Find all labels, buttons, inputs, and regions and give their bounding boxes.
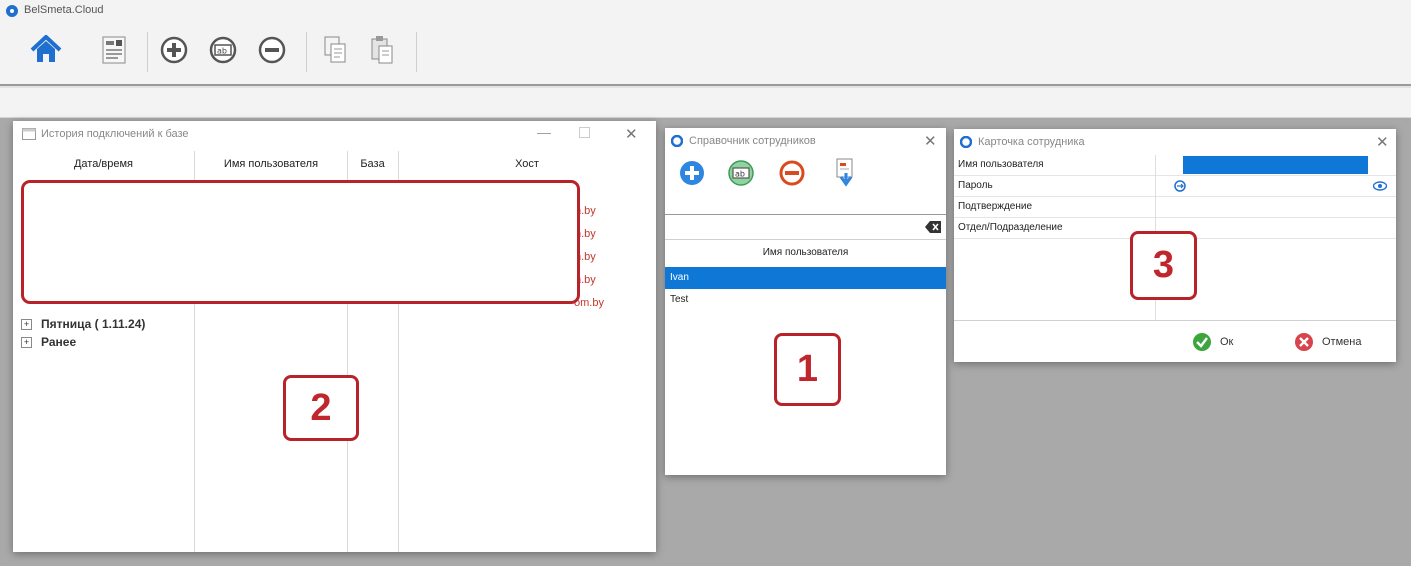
toolbar-separator (416, 32, 417, 72)
toolbar-separator (147, 32, 148, 72)
paste-button[interactable] (362, 30, 402, 70)
highlight-box (21, 180, 580, 304)
employee-search-bar (665, 214, 946, 240)
svg-text:ab: ab (735, 170, 745, 179)
employees-directory-window: Справочник сотрудников ✕ ab Имя пользова… (665, 128, 946, 475)
window-title: История подключений к базе (41, 128, 189, 140)
remove-button[interactable] (252, 30, 292, 70)
column-header-username[interactable]: Имя пользователя (665, 240, 946, 264)
show-password-icon[interactable] (1373, 181, 1387, 191)
tree-group-label: Ранее (41, 335, 77, 349)
home-button[interactable] (26, 30, 66, 70)
expand-icon[interactable]: + (21, 337, 32, 348)
connection-history-window: История подключений к базе — ✕ Дата/врем… (13, 121, 656, 552)
username-field[interactable] (1183, 156, 1368, 174)
column-header-database[interactable]: База (347, 158, 398, 170)
minus-circle-icon (258, 36, 286, 64)
expand-icon[interactable]: + (21, 319, 32, 330)
employee-search-input[interactable] (665, 215, 921, 239)
plus-circle-icon (160, 36, 188, 64)
form-button[interactable] (94, 30, 134, 70)
app-logo-icon (671, 135, 683, 147)
clear-search-icon[interactable] (925, 221, 941, 233)
generate-password-icon[interactable] (1174, 180, 1186, 192)
employee-card-window: Карточка сотрудника ✕ Имя пользователя П… (954, 129, 1396, 362)
ab-field-icon: ab (728, 160, 754, 186)
window-title-bar: Карточка сотрудника ✕ (954, 129, 1396, 155)
svg-text:ab: ab (217, 47, 227, 56)
password-field[interactable] (1156, 176, 1396, 196)
delete-employee-button[interactable] (778, 159, 806, 192)
property-label: Подтверждение (958, 201, 1033, 212)
window-title-bar: Справочник сотрудников ✕ (665, 128, 946, 154)
toolbar-separator (306, 32, 307, 72)
copy-icon (324, 36, 346, 63)
minimize-button[interactable]: — (537, 124, 551, 140)
toolbar-border (0, 86, 1411, 88)
tree-group-earlier[interactable]: + Ранее (21, 335, 76, 349)
check-circle-icon (1193, 333, 1211, 351)
ok-button[interactable]: Ок (1192, 332, 1233, 352)
app-title-bar: BelSmeta.Cloud (0, 0, 1411, 22)
maximize-button[interactable] (579, 127, 590, 138)
window-title: Карточка сотрудника (978, 136, 1085, 148)
button-bar-divider (954, 320, 1396, 321)
property-label: Отдел/Подразделение (958, 222, 1063, 233)
form-icon (102, 36, 126, 64)
column-header-username[interactable]: Имя пользователя (195, 158, 347, 170)
import-icon (836, 158, 853, 187)
minus-circle-icon (779, 160, 805, 186)
app-logo-icon (6, 5, 18, 17)
app-logo-icon (960, 136, 972, 148)
window-icon (22, 128, 36, 140)
close-button[interactable]: ✕ (1376, 133, 1389, 151)
paste-icon (371, 36, 393, 64)
ok-button-label: Ок (1220, 336, 1234, 348)
property-row: Имя пользователя (954, 155, 1396, 176)
add-employee-button[interactable] (678, 159, 706, 192)
close-button[interactable]: ✕ (625, 125, 638, 143)
list-item[interactable]: Test (665, 289, 946, 311)
property-row: Пароль (954, 176, 1396, 197)
app-title: BelSmeta.Cloud (24, 4, 104, 16)
callout-badge-3: 3 (1130, 231, 1197, 300)
edit-employee-button[interactable]: ab (727, 159, 755, 192)
window-title-bar: История подключений к базе — ✕ (13, 121, 656, 147)
callout-badge-2: 2 (283, 375, 359, 441)
column-header-host[interactable]: Хост (399, 158, 655, 170)
property-row: Подтверждение (954, 197, 1396, 218)
cancel-button[interactable]: Отмена (1294, 332, 1361, 352)
cancel-circle-icon (1295, 333, 1313, 351)
password-confirm-field[interactable] (1156, 197, 1396, 217)
cancel-button-label: Отмена (1322, 336, 1362, 348)
home-icon (30, 35, 62, 62)
add-button[interactable] (154, 30, 194, 70)
property-label: Имя пользователя (958, 159, 1044, 170)
ab-field-icon: ab (209, 36, 237, 64)
rename-button[interactable]: ab (203, 30, 243, 70)
callout-badge-1: 1 (774, 333, 841, 406)
import-button[interactable] (833, 157, 859, 194)
plus-circle-icon (680, 161, 704, 185)
close-button[interactable]: ✕ (924, 132, 937, 150)
list-item[interactable]: Ivan (665, 267, 946, 289)
tree-group-label: Пятница ( 1.11.24) (41, 317, 146, 331)
main-toolbar: ab (0, 22, 1411, 84)
copy-button[interactable] (315, 30, 355, 70)
tree-group-friday[interactable]: + Пятница ( 1.11.24) (21, 317, 145, 331)
window-title: Справочник сотрудников (689, 135, 816, 147)
property-label: Пароль (958, 180, 993, 191)
column-header-datetime[interactable]: Дата/время (13, 158, 194, 170)
